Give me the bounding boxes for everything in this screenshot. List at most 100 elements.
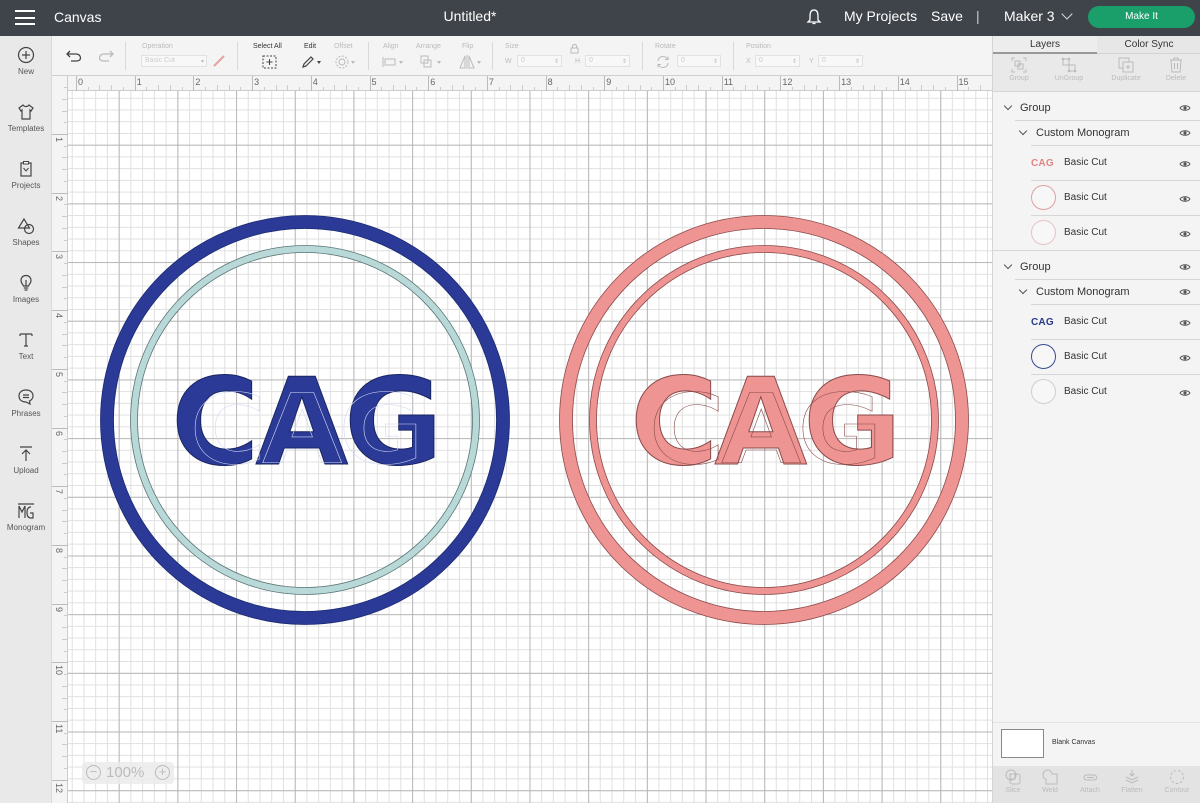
ruler-minor-tick [639, 85, 641, 91]
stepper-icon[interactable]: ⇕ [554, 57, 559, 67]
layer-item[interactable]: Basic Cut [993, 340, 1200, 375]
sidebar-item-images[interactable]: Images [0, 274, 52, 324]
layer-group[interactable]: Group [993, 96, 1200, 121]
ruler-major-tick [52, 192, 68, 194]
rotate-input[interactable]: 0 ⇕ [677, 55, 721, 67]
chevron-down-icon[interactable] [1018, 285, 1028, 295]
layer-item[interactable]: CAG Basic Cut [993, 305, 1200, 340]
ruler-minor-tick [62, 169, 68, 171]
redo-icon[interactable] [98, 50, 114, 62]
attach-button[interactable]: Attach [1070, 769, 1110, 794]
flip-icon[interactable] [459, 55, 483, 69]
sidebar-label: Projects [11, 181, 41, 190]
ruler-tick-label: 12 [782, 77, 793, 87]
blue-monogram[interactable]: CAG CAG [100, 215, 510, 625]
flatten-button[interactable]: Flatten [1112, 769, 1152, 794]
layer-group[interactable]: Group [993, 255, 1200, 280]
tab-layers[interactable]: Layers [993, 36, 1097, 54]
sidebar-item-text[interactable]: Text [0, 331, 52, 381]
ungroup-button[interactable]: UnGroup [1043, 57, 1095, 82]
ruler-minor-tick [62, 157, 68, 159]
select-all-icon[interactable] [262, 55, 277, 69]
document-title[interactable]: Untitled* [0, 8, 940, 24]
chevron-down-icon[interactable] [1018, 126, 1028, 136]
weld-button[interactable]: Weld [1030, 769, 1070, 794]
stepper-icon[interactable]: ⇕ [622, 57, 627, 67]
ruler-minor-tick [64, 533, 68, 535]
ruler-minor-tick [228, 85, 230, 91]
y-value: 0 [822, 57, 826, 64]
ruler-major-tick [545, 76, 547, 91]
weld-icon [1042, 769, 1058, 785]
eye-icon[interactable] [1179, 319, 1191, 327]
layer-item[interactable]: Basic Cut [993, 216, 1200, 251]
height-label: H [575, 58, 581, 65]
linetype-color-swatch[interactable] [212, 54, 226, 68]
make-it-button[interactable]: Make It [1088, 6, 1195, 28]
eye-icon[interactable] [1179, 104, 1191, 112]
eye-icon[interactable] [1179, 129, 1191, 137]
zoom-out-icon[interactable]: − [86, 765, 101, 780]
lock-icon[interactable] [570, 43, 579, 54]
operation-select[interactable]: Basic Cut ▾ [141, 55, 207, 67]
canvas-color-swatch[interactable] [1001, 729, 1044, 758]
layer-item[interactable]: Basic Cut [993, 181, 1200, 216]
undo-icon[interactable] [66, 50, 82, 62]
eye-icon[interactable] [1179, 195, 1191, 203]
chevron-down-icon[interactable] [1003, 101, 1013, 111]
save-button[interactable]: Save [931, 8, 963, 24]
sidebar-item-new[interactable]: New [0, 46, 52, 96]
eye-icon[interactable] [1179, 160, 1191, 168]
layer-label: Basic Cut [1064, 316, 1107, 327]
action-label: Flatten [1121, 787, 1143, 794]
sidebar-item-phrases[interactable]: Phrases [0, 388, 52, 438]
eye-icon[interactable] [1179, 389, 1191, 397]
chevron-down-icon[interactable] [1003, 260, 1013, 270]
duplicate-button[interactable]: Duplicate [1100, 57, 1152, 82]
width-input[interactable]: 0 ⇕ [517, 55, 562, 67]
rotate-icon[interactable] [656, 55, 670, 69]
sidebar-item-upload[interactable]: Upload [0, 445, 52, 495]
contour-button[interactable]: Contour [1157, 769, 1197, 794]
edit-pencil-icon[interactable] [301, 55, 323, 69]
sidebar-item-monogram[interactable]: Monogram [0, 502, 52, 552]
sidebar-item-templates[interactable]: Templates [0, 103, 52, 153]
position-label: Position [746, 43, 771, 50]
pink-monogram[interactable]: CAG CAG [559, 215, 969, 625]
machine-selector[interactable]: Maker 3 [1004, 8, 1073, 24]
design-canvas[interactable]: CAG CAG CAG CAG 0 1 2 3 4 5 6 7 8 9 10 11 12 13 14 15 1… [52, 76, 992, 803]
layer-subgroup[interactable]: Custom Monogram [993, 280, 1200, 305]
action-label: Contour [1164, 787, 1190, 794]
tab-color-sync[interactable]: Color Sync [1097, 36, 1200, 54]
group-button[interactable]: Group [993, 57, 1045, 82]
slice-button[interactable]: Slice [993, 769, 1033, 794]
layer-item[interactable]: CAG Basic Cut [993, 146, 1200, 181]
contour-icon [1170, 770, 1184, 784]
sidebar-item-projects[interactable]: Projects [0, 160, 52, 210]
layer-subgroup[interactable]: Custom Monogram [993, 121, 1200, 146]
eye-icon[interactable] [1179, 354, 1191, 362]
eye-icon[interactable] [1179, 230, 1191, 238]
layer-label: Group [1020, 102, 1051, 114]
position-y-input[interactable]: 0 ⇕ [818, 55, 863, 67]
align-icon[interactable] [382, 56, 406, 68]
zoom-in-icon[interactable]: + [155, 765, 170, 780]
position-x-input[interactable]: 0 ⇕ [755, 55, 800, 67]
delete-button[interactable]: Delete [1150, 57, 1200, 82]
stepper-icon[interactable]: ⇕ [855, 57, 860, 67]
eye-icon[interactable] [1179, 263, 1191, 271]
my-projects-link[interactable]: My Projects [844, 8, 917, 24]
layer-item[interactable]: Basic Cut [993, 375, 1200, 410]
sidebar-item-shapes[interactable]: Shapes [0, 217, 52, 267]
stepper-icon[interactable]: ⇕ [713, 57, 718, 67]
offset-icon[interactable] [335, 55, 357, 69]
sidebar-label: Images [12, 295, 40, 304]
ruler-tick-label: 7 [54, 489, 64, 495]
height-input[interactable]: 0 ⇕ [585, 55, 630, 67]
arrange-icon[interactable] [420, 55, 444, 69]
eye-icon[interactable] [1179, 288, 1191, 296]
sidebar-label: Templates [7, 124, 45, 133]
canvas-designs: CAG CAG CAG CAG [100, 215, 969, 625]
bell-icon[interactable] [806, 8, 822, 26]
stepper-icon[interactable]: ⇕ [792, 57, 797, 67]
